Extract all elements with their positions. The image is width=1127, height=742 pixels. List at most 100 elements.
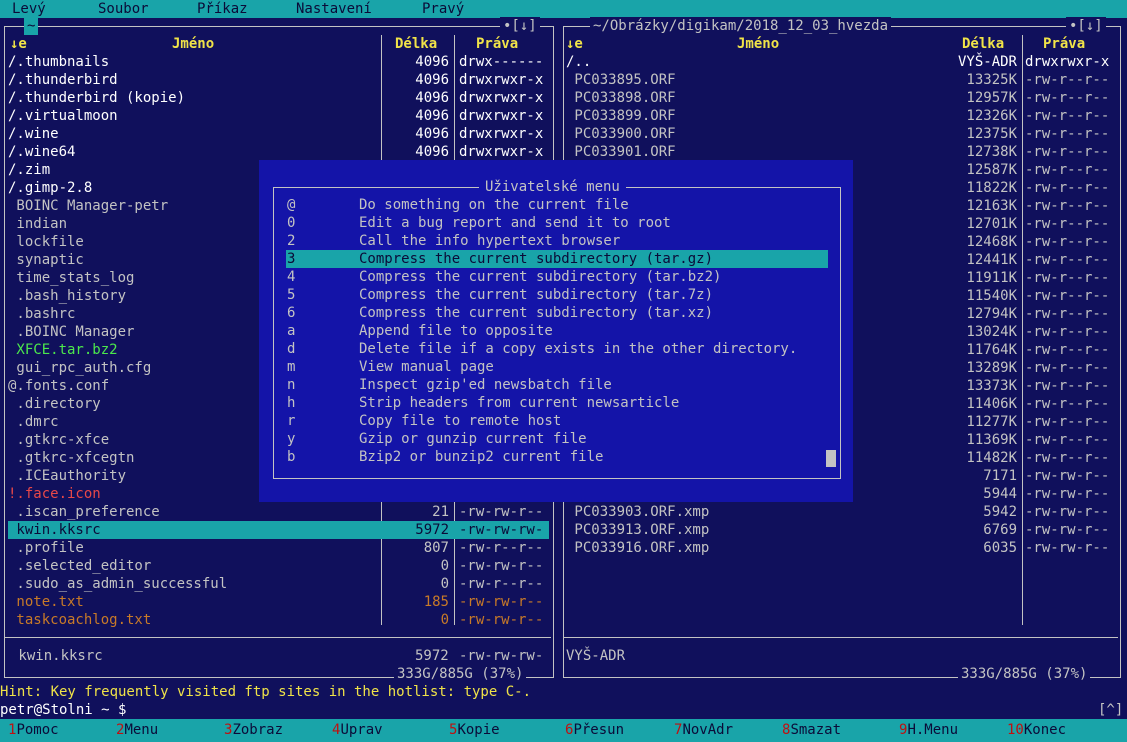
file-permissions: -rw-r--r-- xyxy=(1025,90,1110,106)
file-row[interactable]: PC033900.ORF 12375K -rw-r--r-- xyxy=(566,125,1117,143)
file-row[interactable]: /.thumbnails 4096 drwx------ xyxy=(8,53,549,71)
file-permissions: -rw-r--r-- xyxy=(1025,108,1110,124)
file-row[interactable]: note.txt 185 -rw-rw-r-- xyxy=(8,593,549,611)
left-col-size[interactable]: Délka xyxy=(395,35,437,53)
user-menu-item[interactable]: @ Do something on the current file xyxy=(286,196,828,214)
file-name: PC033901.ORF xyxy=(566,144,676,160)
file-size: 12326K xyxy=(966,108,1017,124)
fkey-quit[interactable]: 10Konec xyxy=(1007,721,1066,739)
file-permissions: -rw-r--r-- xyxy=(1025,450,1110,466)
user-menu-item[interactable]: n Inspect gzip'ed newsbatch file xyxy=(286,376,828,394)
user-menu-item[interactable]: 6 Compress the current subdirectory (tar.… xyxy=(286,304,828,322)
right-col-perm[interactable]: Práva xyxy=(1043,35,1085,53)
left-col-name[interactable]: Jméno xyxy=(172,35,214,53)
file-size: 6035 xyxy=(983,540,1017,556)
file-name: .sudo_as_admin_successful xyxy=(8,576,228,592)
fkey-delete[interactable]: 8Smazat xyxy=(782,721,841,739)
user-menu-item-key: @ xyxy=(287,197,296,213)
file-permissions: drwxrwxr-x xyxy=(459,90,544,106)
user-menu-scrollbar[interactable] xyxy=(826,450,836,467)
file-size: 11764K xyxy=(966,342,1017,358)
file-row[interactable]: PC033916.ORF.xmp 6035 -rw-rw-r-- xyxy=(566,539,1117,557)
file-row[interactable]: /.thunderbird 4096 drwxrwxr-x xyxy=(8,71,549,89)
left-col-perm[interactable]: Práva xyxy=(476,35,518,53)
user-menu-item[interactable]: h Strip headers from current newsarticle xyxy=(286,394,828,412)
right-panel-path[interactable]: ~/Obrázky/digikam/2018_12_03_hvezda xyxy=(590,17,892,35)
user-menu-item[interactable]: 0 Edit a bug report and send it to root xyxy=(286,214,828,232)
menu-file[interactable]: Soubor xyxy=(98,0,149,18)
file-name: /.. xyxy=(566,54,592,70)
file-name: .ICEauthority xyxy=(8,468,127,484)
file-permissions: drwx------ xyxy=(459,54,544,70)
file-permissions: -rw-rw-r-- xyxy=(459,612,544,628)
file-permissions: -rw-r--r-- xyxy=(1025,342,1110,358)
file-row[interactable]: PC033899.ORF 12326K -rw-r--r-- xyxy=(566,107,1117,125)
file-name: /.wine xyxy=(8,126,59,142)
file-row[interactable]: PC033898.ORF 12957K -rw-r--r-- xyxy=(566,89,1117,107)
file-row[interactable]: PC033903.ORF.xmp 5942 -rw-rw-r-- xyxy=(566,503,1117,521)
fkey-help[interactable]: 1Pomoc xyxy=(8,721,59,739)
menu-command[interactable]: Příkaz xyxy=(197,0,248,18)
user-menu-item[interactable]: a Append file to opposite xyxy=(286,322,828,340)
user-menu-item[interactable]: 5 Compress the current subdirectory (tar.… xyxy=(286,286,828,304)
user-menu-item[interactable]: d Delete file if a copy exists in the oth… xyxy=(286,340,828,358)
fkey-view[interactable]: 3Zobraz xyxy=(224,721,283,739)
file-permissions: -rw-r--r-- xyxy=(1025,324,1110,340)
user-menu-item[interactable]: b Bzip2 or bunzip2 current file xyxy=(286,448,828,466)
prompt-indicator[interactable]: [^] xyxy=(1098,701,1123,719)
fkey-pulldown[interactable]: 9H.Menu xyxy=(899,721,958,739)
file-row[interactable]: /.wine64 4096 drwxrwxr-x xyxy=(8,143,549,161)
right-sort-indicator[interactable]: ↓e xyxy=(566,35,583,53)
fkey-copy[interactable]: 5Kopie xyxy=(449,721,500,739)
fkey-move[interactable]: 6Přesun xyxy=(565,721,624,739)
file-row[interactable]: kwin.kksrc 5972 -rw-rw-rw- xyxy=(8,521,549,539)
file-row[interactable]: /.. VYŠ-ADR drwxrwxr-x xyxy=(566,53,1117,71)
user-menu-item[interactable]: r Copy file to remote host xyxy=(286,412,828,430)
file-row[interactable]: /.virtualmoon 4096 drwxrwxr-x xyxy=(8,107,549,125)
right-col-name[interactable]: Jméno xyxy=(737,35,779,53)
file-permissions: -rw-r--r-- xyxy=(1025,414,1110,430)
user-menu-item-key: d xyxy=(287,341,296,357)
file-row[interactable]: /.thunderbird (kopie) 4096 drwxrwxr-x xyxy=(8,89,549,107)
file-row[interactable]: PC033901.ORF 12738K -rw-r--r-- xyxy=(566,143,1117,161)
user-menu-item-label: Append file to opposite xyxy=(359,323,553,339)
file-row[interactable]: .sudo_as_admin_successful 0 -rw-r--r-- xyxy=(8,575,549,593)
file-row[interactable]: .iscan_preference 21 -rw-rw-r-- xyxy=(8,503,549,521)
file-permissions: -rw-r--r-- xyxy=(1025,126,1110,142)
file-row[interactable]: .profile 807 -rw-r--r-- xyxy=(8,539,549,557)
file-row[interactable]: PC033895.ORF 13325K -rw-r--r-- xyxy=(566,71,1117,89)
fkey-edit[interactable]: 4Uprav xyxy=(332,721,383,739)
file-name: .directory xyxy=(8,396,101,412)
fkey-mkdir[interactable]: 7NovAdr xyxy=(674,721,733,739)
menu-right[interactable]: Pravý xyxy=(422,0,464,18)
left-sort-indicator[interactable]: ↓e xyxy=(10,35,27,53)
file-row[interactable]: .selected_editor 0 -rw-rw-r-- xyxy=(8,557,549,575)
left-panel-corner[interactable]: •[↓] xyxy=(500,17,540,35)
command-prompt[interactable]: petr@Stolni ~ $ xyxy=(0,701,126,719)
file-name: /.gimp-2.8 xyxy=(8,180,93,196)
left-status-divider xyxy=(5,637,551,638)
file-row[interactable]: taskcoachlog.txt 0 -rw-rw-r-- xyxy=(8,611,549,629)
user-menu-item[interactable]: m View manual page xyxy=(286,358,828,376)
menu-options[interactable]: Nastavení xyxy=(296,0,372,18)
left-panel-path[interactable]: ~ xyxy=(24,17,39,35)
user-menu-item[interactable]: 3 Compress the current subdirectory (tar.… xyxy=(286,250,828,268)
file-row[interactable]: /.wine 4096 drwxrwxr-x xyxy=(8,125,549,143)
user-menu-item[interactable]: y Gzip or gunzip current file xyxy=(286,430,828,448)
user-menu-item-key: y xyxy=(287,431,296,447)
file-permissions: -rw-r--r-- xyxy=(1025,198,1110,214)
file-permissions: drwxrwxr-x xyxy=(459,144,544,160)
file-permissions: -rw-rw-r-- xyxy=(1025,468,1110,484)
menu-bar: Levý Soubor Příkaz Nastavení Pravý xyxy=(0,0,1127,18)
user-menu-item[interactable]: 4 Compress the current subdirectory (tar.… xyxy=(286,268,828,286)
file-permissions: -rw-rw-r-- xyxy=(1025,504,1110,520)
user-menu-item-label: Inspect gzip'ed newsbatch file xyxy=(359,377,612,393)
function-key-bar: 1Pomoc 2Menu 3Zobraz 4Uprav 5Kopie 6Přes… xyxy=(0,719,1127,742)
file-name: PC033903.ORF.xmp xyxy=(566,504,710,520)
fkey-menu[interactable]: 2Menu xyxy=(116,721,158,739)
right-panel-corner[interactable]: •[↓] xyxy=(1066,17,1106,35)
user-menu-item[interactable]: 2 Call the info hypertext browser xyxy=(286,232,828,250)
right-col-size[interactable]: Délka xyxy=(962,35,1004,53)
file-row[interactable]: PC033913.ORF.xmp 6769 -rw-rw-r-- xyxy=(566,521,1117,539)
menu-left[interactable]: Levý xyxy=(12,0,46,18)
